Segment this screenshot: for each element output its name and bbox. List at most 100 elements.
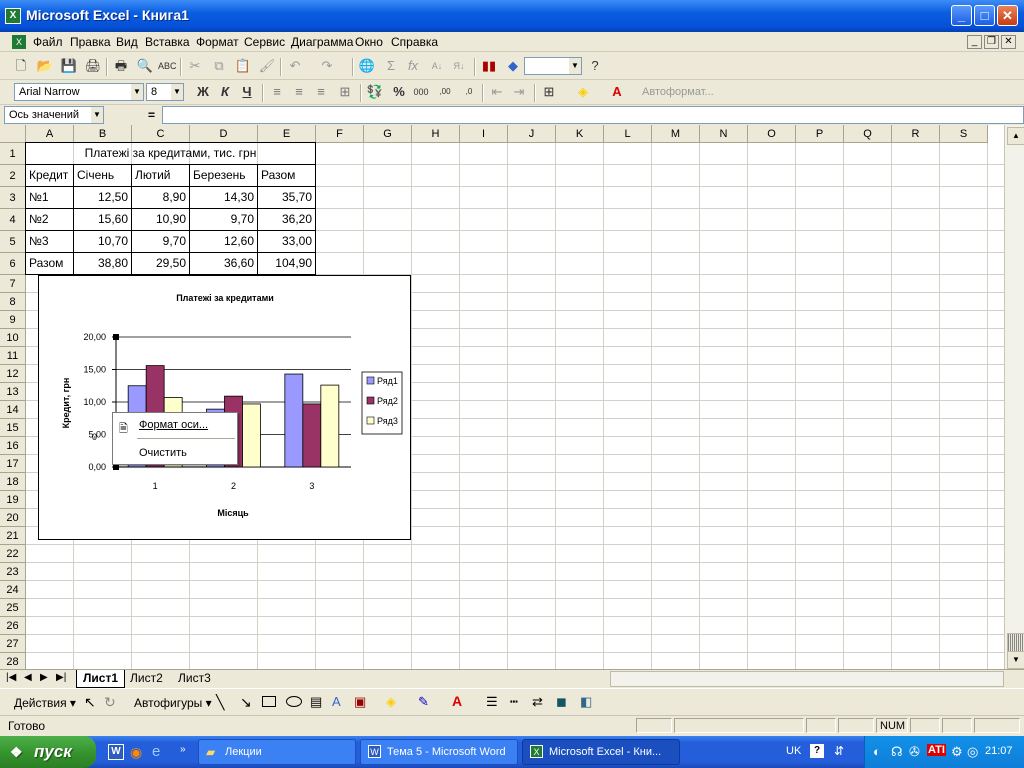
currency-icon[interactable]: 💱	[366, 83, 384, 101]
tab-first-icon[interactable]: |◀	[6, 672, 16, 683]
tab-prev-icon[interactable]: ◀	[24, 672, 32, 683]
row-header[interactable]: 2	[0, 165, 26, 187]
workbook-icon[interactable]: X	[12, 35, 26, 49]
column-header[interactable]: G	[364, 125, 412, 143]
textbox-icon[interactable]: ▤	[310, 694, 322, 710]
arrow-icon[interactable]: ↘	[240, 694, 252, 711]
table-cell[interactable]: 15,60	[73, 208, 132, 231]
column-header[interactable]: S	[940, 125, 988, 143]
autosum-icon[interactable]: Σ	[382, 57, 400, 75]
doc-minimize-button[interactable]: _	[967, 35, 982, 49]
column-header[interactable]: Q	[844, 125, 892, 143]
tab-sheet1[interactable]: Лист1	[76, 670, 126, 688]
increase-indent-icon[interactable]: ⇥	[510, 83, 528, 101]
table-header-cell[interactable]: Разом	[257, 164, 316, 187]
doc-close-button[interactable]: ✕	[1001, 35, 1016, 49]
italic-icon[interactable]: К	[216, 83, 234, 101]
line-color-icon[interactable]: ✎	[418, 694, 429, 710]
scroll-down-button[interactable]: ▼	[1007, 651, 1024, 669]
table-cell[interactable]: 104,90	[257, 252, 316, 275]
column-header[interactable]: C	[132, 125, 190, 143]
menu-insert[interactable]: Вставка	[145, 35, 190, 49]
arrow-style-icon[interactable]: ⇄	[532, 694, 543, 710]
table-cell[interactable]: №1	[25, 186, 74, 209]
language-indicator[interactable]: UK	[786, 745, 801, 757]
align-left-icon[interactable]: ≡	[268, 83, 286, 101]
merge-center-icon[interactable]: ⊞	[336, 83, 354, 101]
sort-asc-icon[interactable]: A↓	[428, 57, 446, 75]
font-size-combo[interactable]: 8 ▼	[146, 83, 184, 101]
paste-icon[interactable]: 📋	[234, 57, 252, 75]
undo-icon[interactable]: ↶	[286, 57, 304, 75]
align-right-icon[interactable]: ≡	[312, 83, 330, 101]
align-center-icon[interactable]: ≡	[290, 83, 308, 101]
ie-quicklaunch-icon[interactable]: e	[152, 743, 160, 760]
line-icon[interactable]: ╲	[216, 694, 224, 711]
table-cell[interactable]: 36,60	[189, 252, 258, 275]
column-header[interactable]: L	[604, 125, 652, 143]
table-cell[interactable]: 12,50	[73, 186, 132, 209]
taskbar-item-word[interactable]: W Тема 5 - Microsoft Word	[360, 739, 518, 765]
column-header[interactable]: D	[190, 125, 258, 143]
zoom-combo[interactable]: ▼	[524, 57, 582, 75]
format-painter-icon[interactable]: 🖌	[258, 57, 276, 75]
increase-decimal-icon[interactable]: ,00	[436, 83, 454, 101]
redo-icon[interactable]: ↷	[318, 57, 336, 75]
table-header-cell[interactable]: Кредит	[25, 164, 74, 187]
draw-actions-button[interactable]: Действия ▾	[14, 696, 76, 710]
borders-icon[interactable]: ⊞	[540, 83, 558, 101]
doc-restore-button[interactable]: ❐	[984, 35, 999, 49]
format-axis-menu-item[interactable]: 🗎 Формат оси...	[113, 414, 237, 436]
rotate-icon[interactable]: ↻	[104, 694, 116, 711]
row-header[interactable]: 8	[0, 293, 26, 311]
permission-icon[interactable]: 🖨	[84, 57, 102, 75]
print-icon[interactable]: 🖶	[112, 57, 130, 75]
new-icon[interactable]: 🗋	[12, 57, 30, 75]
table-cell[interactable]: 35,70	[257, 186, 316, 209]
row-header[interactable]: 23	[0, 563, 26, 581]
menu-file[interactable]: Файл	[33, 35, 63, 49]
menu-help[interactable]: Справка	[391, 35, 438, 49]
line-style-icon[interactable]: ☰	[486, 694, 498, 710]
row-header[interactable]: 17	[0, 455, 26, 473]
row-header[interactable]: 27	[0, 635, 26, 653]
start-button[interactable]: ❖ пуск	[0, 736, 96, 768]
percent-icon[interactable]: %	[390, 83, 408, 101]
column-header[interactable]: P	[796, 125, 844, 143]
tab-sheet2[interactable]: Лист2	[124, 670, 169, 687]
table-cell[interactable]: 9,70	[131, 230, 190, 253]
clipart-icon[interactable]: ▣	[354, 694, 366, 710]
column-header[interactable]: N	[700, 125, 748, 143]
tab-last-icon[interactable]: ▶|	[56, 672, 66, 683]
copy-icon[interactable]: ⧉	[210, 57, 228, 75]
network-tray-icon[interactable]: ⇵	[834, 744, 844, 758]
table-cell[interactable]: 29,50	[131, 252, 190, 275]
maximize-button[interactable]: □	[974, 5, 995, 26]
table-cell[interactable]: 36,20	[257, 208, 316, 231]
row-header[interactable]: 18	[0, 473, 26, 491]
row-header[interactable]: 3	[0, 187, 26, 209]
row-header[interactable]: 25	[0, 599, 26, 617]
wordart-icon[interactable]: A	[332, 694, 341, 709]
font-color-icon[interactable]: A	[608, 83, 626, 101]
taskbar-item-folder[interactable]: ▰ Лекции	[198, 739, 356, 765]
row-header[interactable]: 20	[0, 509, 26, 527]
menu-tools[interactable]: Сервис	[244, 35, 285, 49]
oval-icon[interactable]	[286, 696, 302, 707]
row-header[interactable]: 26	[0, 617, 26, 635]
table-header-cell[interactable]: Лютий	[131, 164, 190, 187]
ati-tray-icon[interactable]: ATI	[927, 744, 946, 756]
dash-style-icon[interactable]: ┅	[510, 694, 518, 710]
tray-icon-1[interactable]: ◐	[873, 744, 881, 759]
row-header[interactable]: 10	[0, 329, 26, 347]
tray-icon-5[interactable]: ⚙	[951, 744, 963, 760]
row-header[interactable]: 24	[0, 581, 26, 599]
row-header[interactable]: 9	[0, 311, 26, 329]
row-header[interactable]: 14	[0, 401, 26, 419]
column-header[interactable]: E	[258, 125, 316, 143]
help-icon[interactable]: ?	[586, 57, 604, 75]
3d-icon[interactable]: ◧	[580, 694, 592, 710]
name-box[interactable]: Ось значений ▼	[4, 106, 104, 124]
tray-icon-3[interactable]: ✇	[909, 744, 920, 760]
column-header[interactable]: I	[460, 125, 508, 143]
